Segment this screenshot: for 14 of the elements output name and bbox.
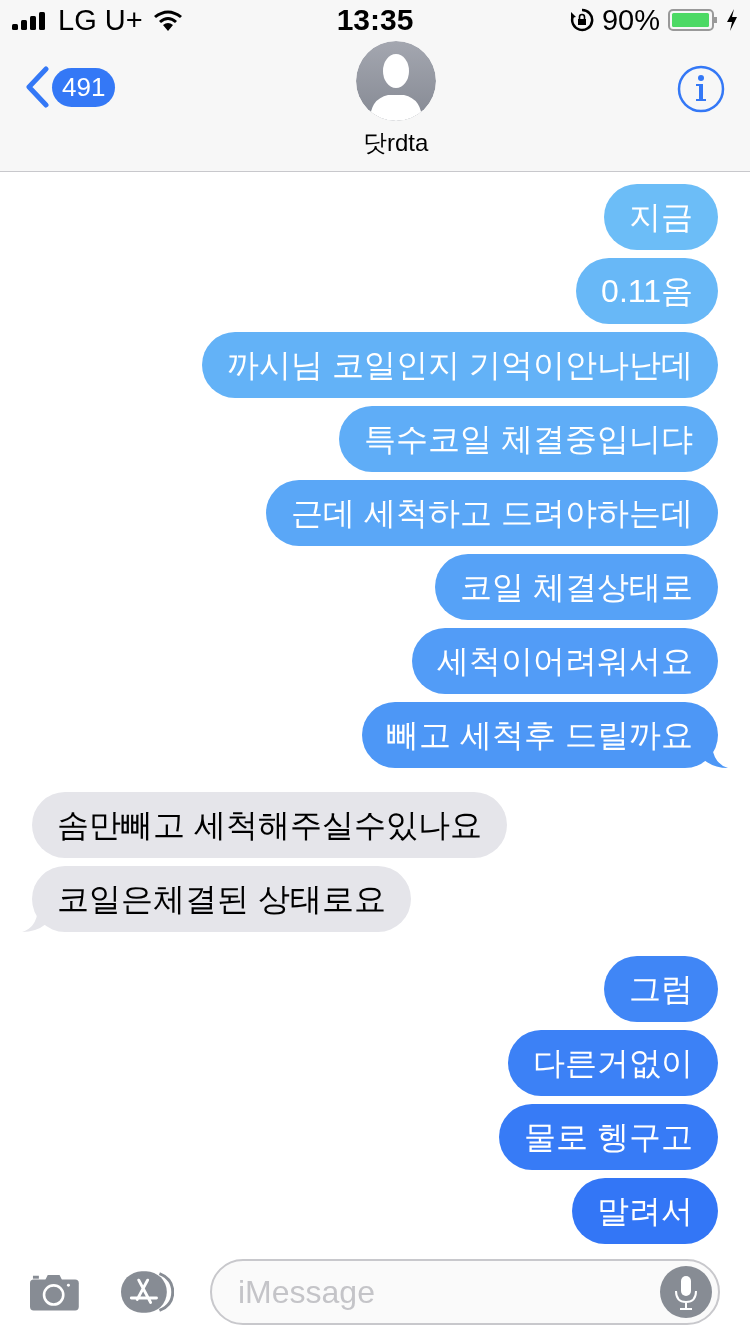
contact-name: 닷rdta <box>363 128 429 158</box>
back-chevron-icon[interactable] <box>24 66 50 108</box>
signal-icon <box>12 10 48 30</box>
carrier-label: LG U+ <box>58 3 143 37</box>
rotation-lock-icon <box>569 8 594 32</box>
info-icon[interactable] <box>676 64 726 114</box>
avatar-icon[interactable] <box>355 41 436 121</box>
microphone-icon[interactable] <box>660 1266 712 1318</box>
battery-icon <box>668 8 718 32</box>
clock-time: 13:35 <box>336 3 414 37</box>
wifi-icon <box>152 9 183 31</box>
unread-count-badge[interactable]: 491 <box>52 67 116 107</box>
charging-icon <box>726 9 738 31</box>
battery-percent: 90% <box>601 3 660 37</box>
